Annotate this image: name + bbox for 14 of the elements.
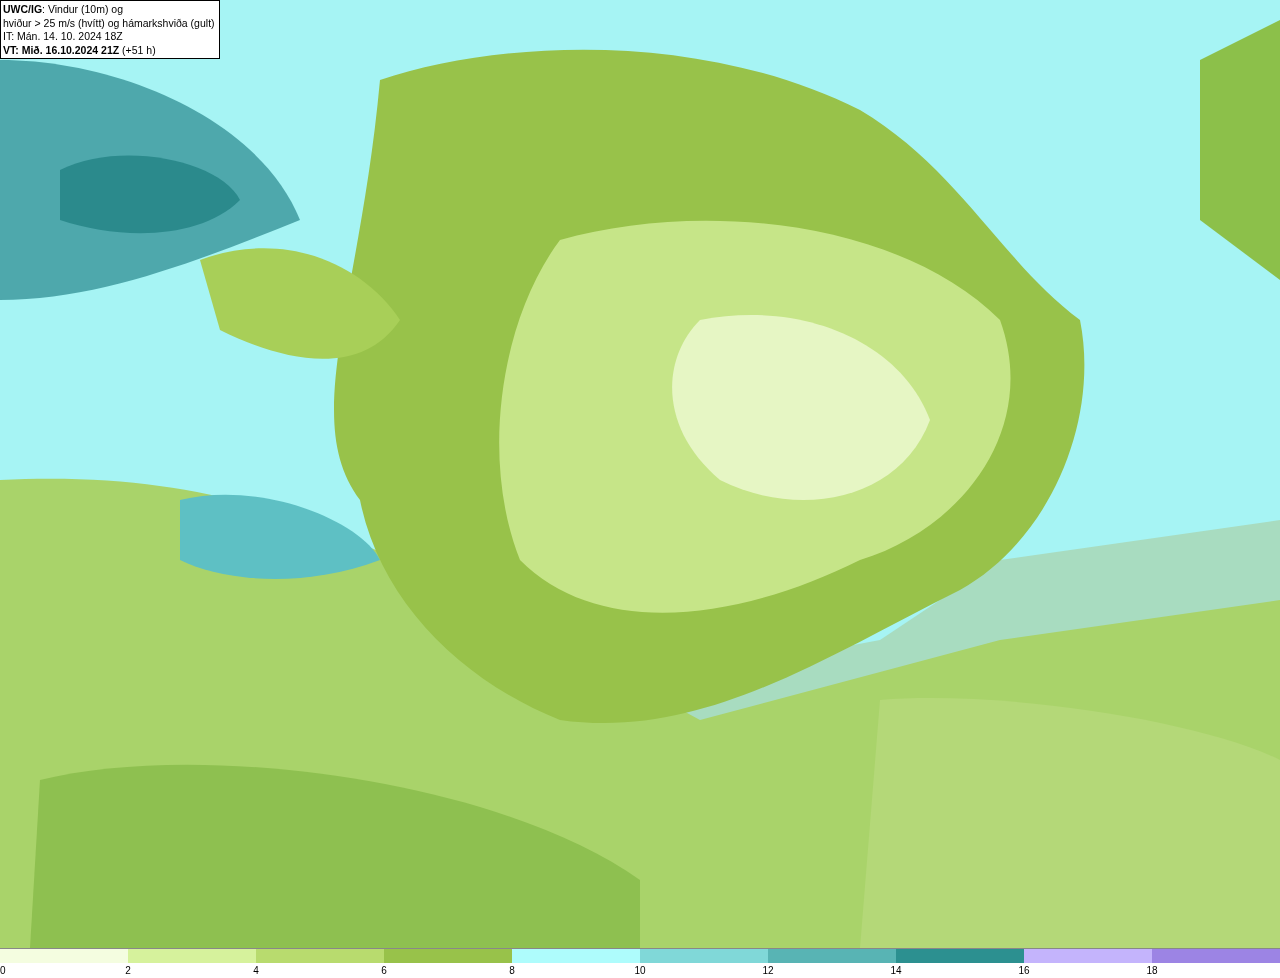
legend-label: 4 <box>253 965 259 976</box>
title-line: hviður > 25 m/s (hvítt) og hámarkshviða (gult) <box>3 16 215 30</box>
legend-label: 2 <box>125 965 131 976</box>
legend-label: 0 <box>0 965 6 976</box>
legend-label: 18 <box>1146 965 1158 976</box>
legend-label: 10 <box>634 965 646 976</box>
title-line: UWC/IG: Vindur (10m) og <box>3 3 124 17</box>
legend-label: 16 <box>1018 965 1030 976</box>
legend-label: 12 <box>762 965 774 976</box>
legend-label: 6 <box>381 965 387 976</box>
legend-label: 14 <box>890 965 902 976</box>
title-line: IT: Mán. 14. 10. 2024 18Z <box>3 30 124 44</box>
legend-label: 8 <box>509 965 515 976</box>
title-line: VT: Mið. 16.10.2024 21Z (+51 h) <box>3 43 157 57</box>
